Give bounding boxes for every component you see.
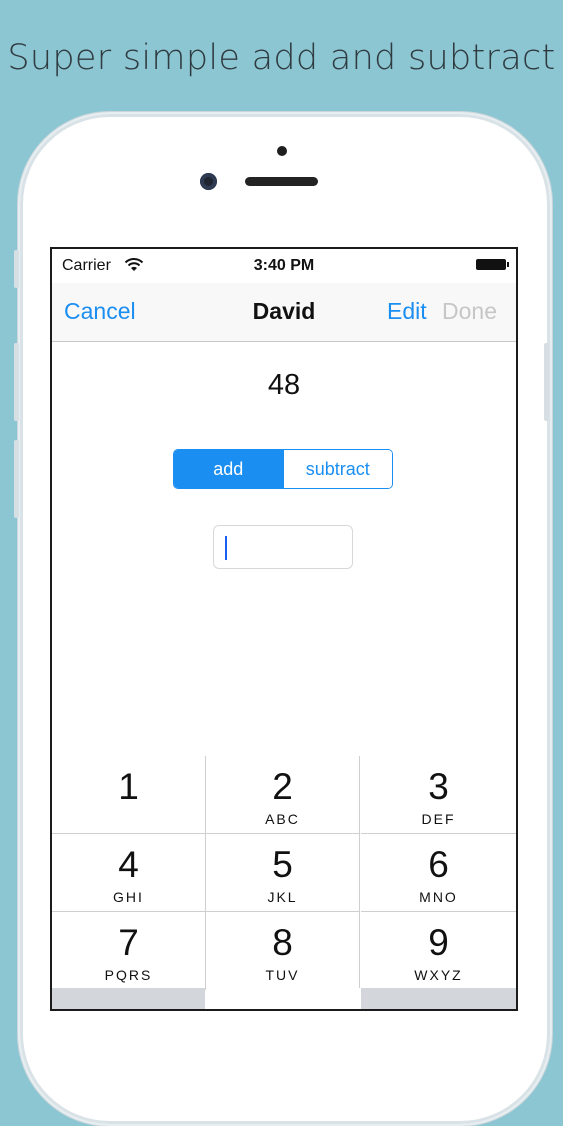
earpiece-speaker <box>245 177 318 186</box>
key-letters: PQRS <box>104 967 153 983</box>
key-digit: 6 <box>428 844 449 885</box>
key-letters: JKL <box>267 889 298 905</box>
navigation-bar: Cancel David Edit Done <box>52 283 516 342</box>
key-5[interactable]: 5 JKL <box>206 834 360 912</box>
key-8[interactable]: 8 TUV <box>206 912 360 990</box>
key-letters: MNO <box>419 889 458 905</box>
key-digit: 2 <box>272 766 293 807</box>
key-letters: TUV <box>265 967 300 983</box>
key-digit: 1 <box>118 766 139 807</box>
key-9[interactable]: 9 WXYZ <box>361 912 516 990</box>
proximity-sensor <box>277 146 287 156</box>
key-2[interactable]: 2 ABC <box>206 756 360 834</box>
add-segment[interactable]: add <box>174 450 283 488</box>
key-1[interactable]: 1 <box>52 756 206 834</box>
subtract-segment[interactable]: subtract <box>282 450 392 488</box>
key-digit: 8 <box>272 922 293 963</box>
status-time: 3:40 PM <box>253 257 315 274</box>
status-bar: Carrier 3:40 PM <box>52 249 516 283</box>
key-4[interactable]: 4 GHI <box>52 834 206 912</box>
numeric-keypad: 1 2 ABC 3 DEF 4 GHI 5 JKL 6 MNO 7 PQRS 8 <box>52 756 516 1009</box>
key-letters: ABC <box>265 811 300 827</box>
front-camera <box>200 173 217 190</box>
text-cursor <box>225 536 227 560</box>
total-value: 48 <box>267 369 301 401</box>
done-button[interactable]: Done <box>442 298 497 325</box>
key-digit: 9 <box>428 922 449 963</box>
key-7[interactable]: 7 PQRS <box>52 912 206 990</box>
mode-segmented-control: add subtract <box>173 449 393 489</box>
promo-headline: Super simple add and subtract <box>7 38 556 78</box>
key-letters: WXYZ <box>414 967 463 983</box>
key-6[interactable]: 6 MNO <box>361 834 516 912</box>
volume-up-button <box>14 343 19 421</box>
key-letters: DEF <box>421 811 456 827</box>
power-button <box>544 343 549 421</box>
key-3[interactable]: 3 DEF <box>361 756 516 834</box>
key-letters: GHI <box>113 889 144 905</box>
key-digit: 4 <box>118 844 139 885</box>
key-digit: 7 <box>118 922 139 963</box>
volume-down-button <box>14 440 19 518</box>
key-digit: 3 <box>428 766 449 807</box>
phone-screen: Carrier 3:40 PM Cancel David Edit Done 4… <box>50 247 518 1011</box>
key-digit: 5 <box>272 844 293 885</box>
edit-button[interactable]: Edit <box>387 298 427 325</box>
mute-switch <box>14 250 19 288</box>
amount-input[interactable] <box>213 525 353 569</box>
battery-icon <box>476 259 509 270</box>
